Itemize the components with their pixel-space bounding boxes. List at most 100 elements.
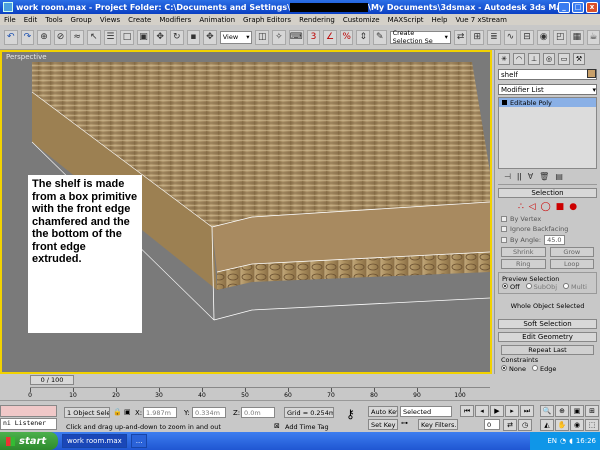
menu-group[interactable]: Group — [67, 16, 96, 24]
edge-icon[interactable]: ◁ — [529, 202, 536, 212]
layer-manager-icon[interactable]: ≣ — [487, 29, 501, 45]
next-frame-icon[interactable]: ▸ — [505, 405, 519, 417]
align-icon[interactable]: ⊞ — [470, 29, 485, 45]
menu-help[interactable]: Help — [428, 16, 452, 24]
menu-modifiers[interactable]: Modifiers — [155, 16, 195, 24]
redo-icon[interactable]: ↷ — [20, 29, 35, 45]
taskbar-item-work-room[interactable]: work room.max — [62, 434, 127, 448]
track-bar[interactable]: 0 10 20 30 40 50 60 70 80 90 100 — [28, 387, 490, 399]
key-filters-button[interactable]: Key Filters... — [418, 419, 458, 430]
scale-icon[interactable]: ▪ — [186, 29, 201, 45]
snap-toggle-icon[interactable]: 3 — [306, 29, 321, 45]
shrink-button[interactable]: Shrink — [501, 247, 546, 257]
time-slider[interactable]: 0 / 100 — [30, 375, 74, 385]
maxscript-mini-listener[interactable]: ni Listener — [0, 418, 57, 430]
close-button[interactable]: x — [586, 1, 598, 13]
menu-animation[interactable]: Animation — [195, 16, 239, 24]
minimize-button[interactable]: _ — [558, 1, 570, 13]
by-angle-value[interactable]: 45.0 — [544, 235, 565, 245]
move-icon[interactable]: ✥ — [153, 29, 167, 45]
preview-subobj-radio[interactable]: SubObj — [525, 283, 557, 291]
schematic-view-icon[interactable]: ⊟ — [520, 29, 534, 45]
edit-named-selection-icon[interactable]: ✎ — [373, 29, 387, 45]
remove-modifier-icon[interactable]: 🗑 — [539, 172, 549, 181]
object-color-swatch[interactable] — [587, 69, 596, 78]
x-coordinate-field[interactable]: 1.987m — [143, 407, 177, 418]
stack-item-editable-poly[interactable]: Editable Poly — [499, 98, 596, 107]
quick-render-icon[interactable]: ☕ — [586, 29, 600, 45]
keyboard-shortcut-icon[interactable]: ⌨ — [288, 29, 304, 45]
set-key-icon[interactable]: ⊶ — [401, 419, 408, 427]
go-to-start-icon[interactable]: ⏮ — [460, 405, 474, 417]
material-editor-icon[interactable]: ◉ — [536, 29, 551, 45]
vertex-icon[interactable]: ∴ — [518, 202, 524, 212]
modifier-stack[interactable]: Editable Poly — [498, 97, 597, 169]
by-angle-checkbox[interactable]: By Angle: 45.0 — [495, 234, 600, 246]
set-key-button[interactable]: Set Key — [368, 419, 398, 430]
play-icon[interactable]: ▶ — [490, 405, 504, 417]
tray-icon[interactable]: ◔ — [560, 437, 566, 445]
selection-rollout-header[interactable]: Selection — [498, 188, 597, 198]
time-tag-icon[interactable]: ⊠ — [274, 422, 280, 430]
menu-maxscript[interactable]: MAXScript — [384, 16, 428, 24]
percent-snap-icon[interactable]: % — [339, 29, 354, 45]
polygon-icon[interactable]: ■ — [556, 202, 565, 212]
ignore-backfacing-checkbox[interactable]: Ignore Backfacing — [495, 224, 600, 234]
move-icon-2[interactable]: ✥ — [203, 29, 217, 45]
object-name-field[interactable]: shelf — [498, 69, 597, 80]
repeat-last-button[interactable]: Repeat Last — [501, 345, 594, 355]
go-to-end-icon[interactable]: ⏭ — [520, 405, 534, 417]
display-tab-icon[interactable]: ▭ — [558, 53, 570, 65]
absolute-mode-icon[interactable]: ▣ — [124, 408, 131, 416]
undo-icon[interactable]: ↶ — [4, 29, 18, 45]
rendered-frame-icon[interactable]: ▦ — [570, 29, 584, 45]
preview-multi-radio[interactable]: Multi — [563, 283, 587, 291]
make-unique-icon[interactable]: ∀ — [528, 172, 533, 181]
motion-tab-icon[interactable]: ◎ — [543, 53, 555, 65]
menu-customize[interactable]: Customize — [339, 16, 384, 24]
unlink-icon[interactable]: ⊘ — [53, 29, 68, 45]
start-button[interactable]: start — [0, 432, 58, 450]
y-coordinate-field[interactable]: 0.334m — [192, 407, 226, 418]
language-indicator[interactable]: EN — [547, 437, 557, 445]
pivot-icon[interactable]: ◫ — [255, 29, 270, 45]
menu-file[interactable]: File — [0, 16, 20, 24]
maxscript-mini-listener-input[interactable] — [0, 405, 57, 417]
menu-edit[interactable]: Edit — [20, 16, 42, 24]
lock-icon[interactable]: 🔒 — [113, 408, 122, 416]
time-config-icon[interactable]: ◷ — [518, 419, 532, 431]
volume-icon[interactable]: ◖ — [569, 437, 573, 445]
configure-sets-icon[interactable]: ▤ — [555, 172, 563, 181]
pin-stack-icon[interactable]: ⊣ — [504, 172, 511, 181]
rotate-icon[interactable]: ↻ — [169, 29, 184, 45]
modifier-list-dropdown[interactable]: Modifier List ▾ — [498, 84, 597, 95]
create-tab-icon[interactable]: ✳ — [498, 53, 510, 65]
taskbar-item-2[interactable]: ... — [130, 434, 148, 448]
constraint-none-radio[interactable]: None — [501, 365, 526, 373]
add-time-tag[interactable]: Add Time Tag — [285, 423, 329, 431]
menu-vue[interactable]: Vue 7 xStream — [451, 16, 510, 24]
ring-button[interactable]: Ring — [501, 259, 546, 269]
pan-icon[interactable]: ✋ — [555, 419, 569, 431]
preview-off-radio[interactable]: Off — [502, 283, 520, 291]
viewport-label[interactable]: Perspective — [6, 53, 47, 61]
grow-button[interactable]: Grow — [549, 247, 594, 257]
select-link-icon[interactable]: ⊕ — [37, 29, 51, 45]
menu-tools[interactable]: Tools — [41, 16, 66, 24]
constraint-edge-radio[interactable]: Edge — [531, 365, 556, 373]
named-selection-set-dropdown[interactable]: Create Selection Se ▾ — [389, 29, 451, 45]
maximize-button[interactable]: □ — [572, 1, 584, 13]
zoom-all-icon[interactable]: ⊕ — [555, 405, 569, 417]
key-icon[interactable]: ⚷ — [346, 407, 355, 421]
zoom-extents-all-icon[interactable]: ⊞ — [585, 405, 599, 417]
key-mode-dropdown[interactable]: Selected — [400, 406, 452, 417]
menu-create[interactable]: Create — [124, 16, 155, 24]
z-coordinate-field[interactable]: 0.0m — [241, 407, 275, 418]
menu-rendering[interactable]: Rendering — [295, 16, 339, 24]
by-vertex-checkbox[interactable]: By Vertex — [495, 214, 600, 224]
select-by-name-icon[interactable]: ☰ — [103, 29, 118, 45]
hierarchy-tab-icon[interactable]: ⊥ — [528, 53, 540, 65]
edit-geometry-rollout-header[interactable]: Edit Geometry — [498, 332, 597, 342]
show-end-result-icon[interactable]: ǀǀ — [517, 172, 522, 181]
window-crossing-icon[interactable]: ▣ — [136, 29, 151, 45]
